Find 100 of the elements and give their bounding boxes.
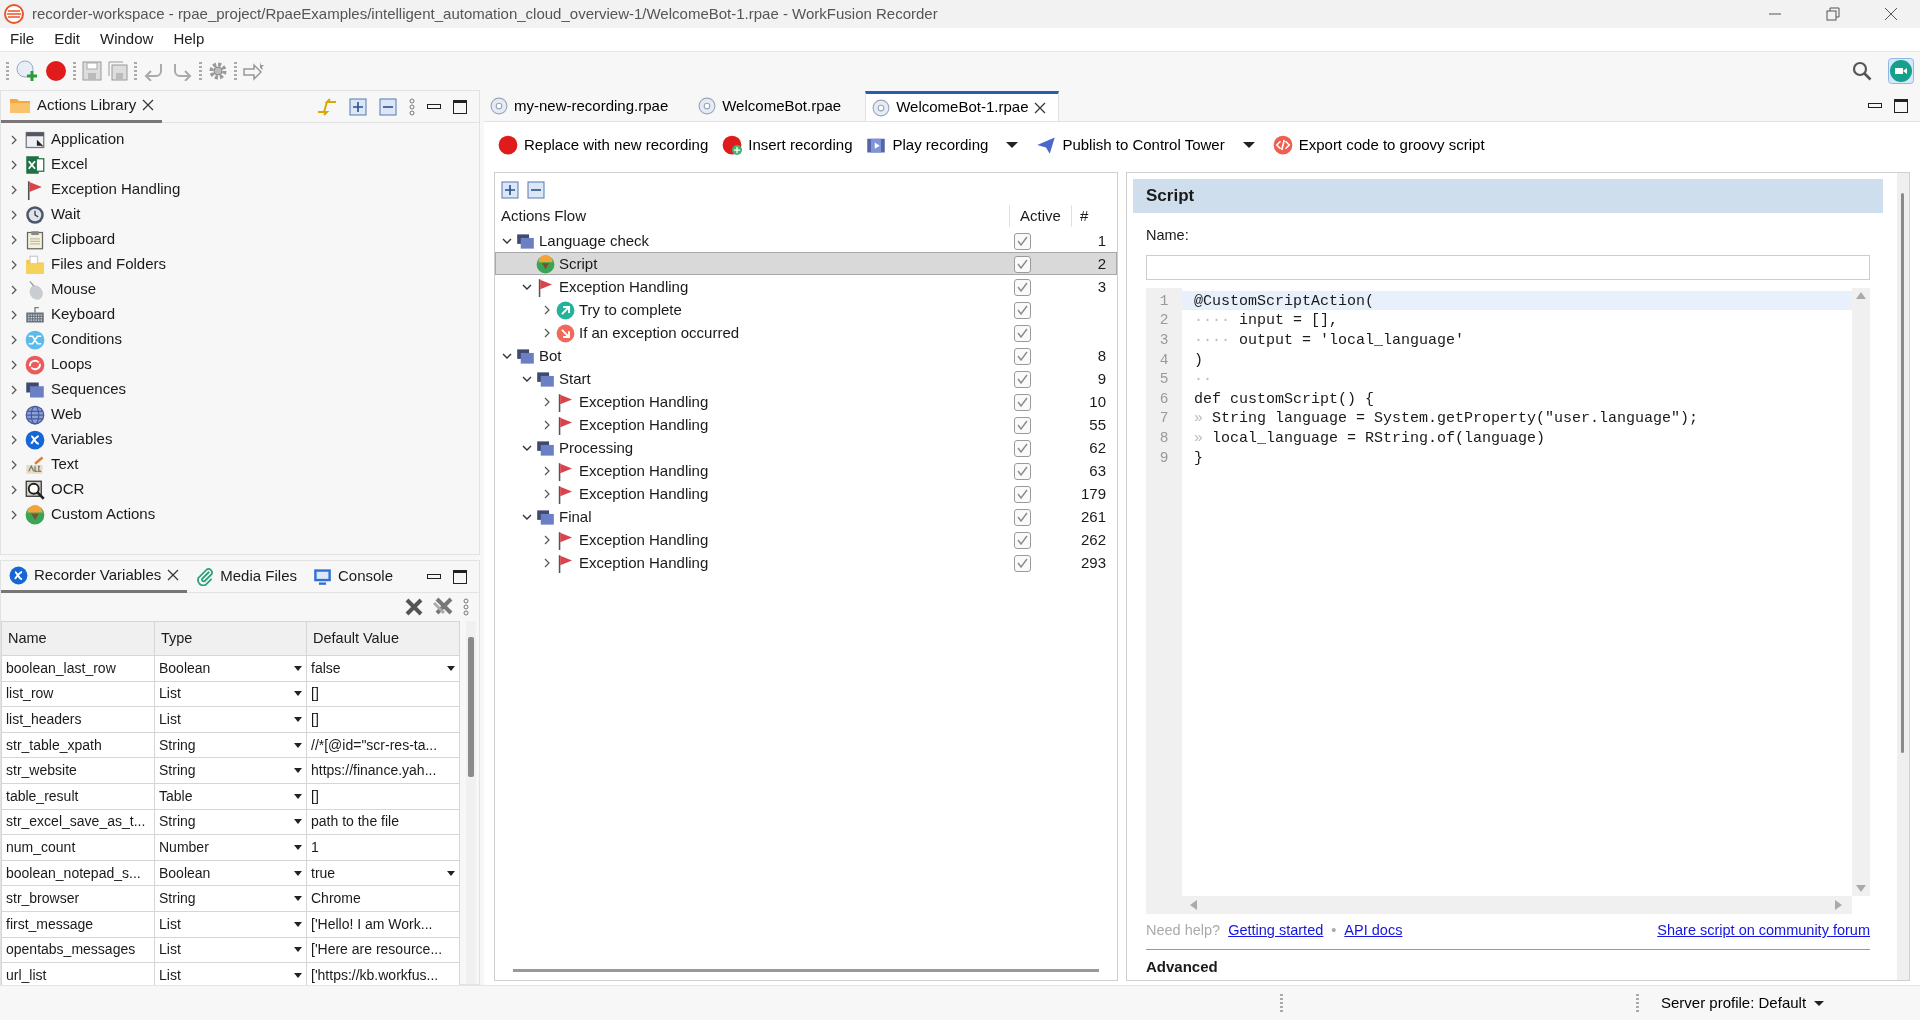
checkbox[interactable] (1014, 278, 1031, 296)
checkbox[interactable] (1014, 416, 1031, 434)
tree-row[interactable]: Exception Handling 293 (495, 551, 1117, 574)
toolbar-button[interactable]: Play recording (864, 133, 991, 157)
tree-row[interactable]: Start 9 (495, 367, 1117, 390)
library-item[interactable]: Files and Folders (51, 253, 167, 276)
more-icon[interactable] (409, 97, 415, 116)
checkbox[interactable] (1014, 439, 1031, 457)
delete-all-icon[interactable] (433, 597, 453, 617)
column-header[interactable]: Default Value (306, 621, 460, 656)
chevron-right-icon[interactable] (9, 459, 19, 470)
checkbox[interactable] (1014, 393, 1031, 411)
tree-row[interactable]: Language check 1 (495, 229, 1117, 252)
tree-row[interactable]: Bot 8 (495, 344, 1117, 367)
minimize-icon[interactable] (1868, 102, 1882, 109)
chevron-right-icon[interactable] (9, 259, 19, 270)
close-icon[interactable] (167, 569, 180, 581)
menu-item[interactable]: Edit (44, 28, 91, 51)
checkbox[interactable] (1014, 370, 1031, 388)
library-item[interactable]: Wait (51, 203, 81, 226)
library-item[interactable]: Loops (51, 353, 92, 376)
chevron-right-icon[interactable] (542, 397, 552, 408)
library-item[interactable]: Application (51, 128, 125, 151)
panel-tab[interactable]: Media Files (187, 560, 305, 593)
checkbox[interactable] (1014, 255, 1031, 273)
toolbar-button[interactable]: Replace with new recording (496, 133, 711, 157)
dropdown-caret-icon[interactable] (1006, 142, 1019, 148)
chevron-right-icon[interactable] (9, 134, 19, 145)
collapse-all-icon[interactable] (527, 181, 545, 199)
chevron-right-icon[interactable] (542, 466, 552, 477)
menu-item[interactable]: File (0, 28, 45, 51)
tree-row[interactable]: If an exception occurred (495, 321, 1117, 344)
chevron-right-icon[interactable] (9, 309, 19, 320)
record-icon[interactable] (45, 60, 67, 82)
minimize-icon[interactable] (427, 103, 441, 110)
editor-tab[interactable]: WelcomeBot-1.rpae (865, 91, 1060, 121)
tree-row[interactable]: Final 261 (495, 505, 1117, 528)
expand-all-icon[interactable] (501, 181, 519, 199)
library-item[interactable]: Mouse (51, 278, 97, 301)
editor-tab[interactable]: WelcomeBot.rpae (692, 91, 854, 121)
menu-item[interactable]: Window (90, 28, 164, 51)
delete-icon[interactable] (405, 598, 423, 616)
chevron-right-icon[interactable] (9, 434, 19, 445)
checkbox[interactable] (1014, 232, 1031, 250)
tree-row[interactable]: Exception Handling 179 (495, 482, 1117, 505)
menu-item[interactable]: Help (163, 28, 215, 51)
library-item[interactable]: Exception Handling (51, 178, 181, 201)
maximize-icon[interactable] (453, 99, 467, 114)
tree-row[interactable]: Script 2 (495, 252, 1117, 275)
chevron-right-icon[interactable] (9, 209, 19, 220)
chevron-right-icon[interactable] (9, 159, 19, 170)
close-button[interactable] (1884, 7, 1898, 21)
arrow-star-icon[interactable] (243, 61, 265, 81)
chevron-right-icon[interactable] (9, 509, 19, 520)
toolbar-button[interactable]: Export code to groovy script (1270, 133, 1487, 157)
editor-tab[interactable]: my-new-recording.rpae (484, 91, 681, 121)
tree-row[interactable]: Processing 62 (495, 436, 1117, 459)
chevron-right-icon[interactable] (542, 558, 552, 569)
toolbar-button[interactable]: Insert recording (720, 133, 855, 157)
checkbox[interactable] (1014, 462, 1031, 480)
column-header[interactable]: Name (1, 621, 155, 656)
server-profile-dropdown[interactable]: Server profile: Default (1655, 990, 1831, 1016)
library-item[interactable]: Clipboard (51, 228, 116, 251)
tree-row[interactable]: Exception Handling 3 (495, 275, 1117, 298)
library-item[interactable]: Excel (51, 153, 88, 176)
chevron-right-icon[interactable] (542, 489, 552, 500)
panel-tab[interactable]: Console (305, 560, 402, 593)
library-item[interactable]: Variables (51, 428, 113, 451)
chevron-right-icon[interactable] (9, 484, 19, 495)
search-icon[interactable] (1852, 61, 1872, 81)
checkbox[interactable] (1014, 554, 1031, 572)
minimize-icon[interactable] (427, 573, 441, 580)
tree-row[interactable]: Try to complete (495, 298, 1117, 321)
checkbox[interactable] (1014, 508, 1031, 526)
library-item[interactable]: Custom Actions (51, 503, 156, 526)
chevron-right-icon[interactable] (9, 409, 19, 420)
chevron-right-icon[interactable] (9, 284, 19, 295)
checkbox[interactable] (1014, 531, 1031, 549)
maximize-icon[interactable] (1894, 98, 1908, 113)
chevron-right-icon[interactable] (9, 234, 19, 245)
help-link[interactable]: API docs (1344, 920, 1403, 942)
chevron-right-icon[interactable] (542, 305, 552, 316)
library-item[interactable]: Sequences (51, 378, 127, 401)
restore-button[interactable] (1826, 7, 1840, 21)
dropdown-caret-icon[interactable] (1242, 142, 1255, 148)
library-item[interactable]: Text (51, 453, 79, 476)
new-recording-icon[interactable] (15, 59, 39, 83)
close-icon[interactable] (1034, 101, 1047, 114)
library-item[interactable]: Conditions (51, 328, 122, 351)
checkbox[interactable] (1014, 347, 1031, 365)
tree-row[interactable]: Exception Handling 262 (495, 528, 1117, 551)
library-item[interactable]: Keyboard (51, 303, 116, 326)
chevron-right-icon[interactable] (542, 420, 552, 431)
checkbox[interactable] (1014, 485, 1031, 503)
help-link[interactable]: Getting started (1228, 920, 1324, 942)
close-icon[interactable] (142, 99, 155, 111)
chevron-right-icon[interactable] (9, 334, 19, 345)
expand-all-icon[interactable] (349, 97, 367, 116)
library-item[interactable]: Web (51, 403, 82, 426)
collapse-all-icon[interactable] (379, 97, 397, 116)
